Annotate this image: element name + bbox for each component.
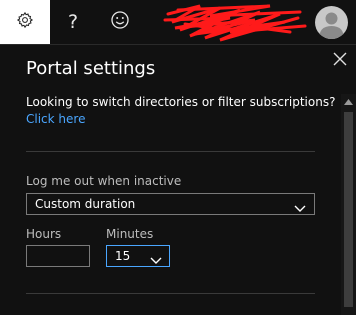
scroll-thumb[interactable]: [344, 112, 353, 307]
person-icon: [315, 12, 348, 39]
scroll-up-arrow[interactable]: [341, 94, 356, 109]
page-title: Portal settings: [26, 58, 156, 79]
gear-icon: [16, 11, 34, 33]
smiley-icon: [110, 10, 130, 34]
feedback-button[interactable]: [96, 0, 144, 44]
hours-input[interactable]: [26, 245, 90, 267]
scrollbar[interactable]: [341, 94, 356, 315]
close-icon: [333, 51, 347, 70]
divider: [26, 151, 315, 152]
question-icon: ?: [67, 10, 79, 33]
minutes-value: 15: [115, 249, 131, 263]
settings-button[interactable]: [0, 0, 50, 44]
chevron-down-icon: [294, 199, 306, 212]
avatar[interactable]: [315, 6, 348, 39]
click-here-link[interactable]: Click here: [26, 112, 85, 126]
top-bar: ?: [0, 0, 356, 44]
minutes-label: Minutes: [106, 227, 154, 241]
help-button[interactable]: ?: [50, 0, 96, 44]
directory-hint-text: Looking to switch directories or filter …: [26, 95, 336, 109]
signout-inactive-label: Log me out when inactive: [26, 174, 182, 188]
divider: [26, 293, 315, 294]
signout-duration-value: Custom duration: [35, 197, 136, 211]
close-button[interactable]: [331, 51, 349, 69]
minutes-dropdown[interactable]: 15: [106, 245, 170, 267]
account-name-redacted[interactable]: [160, 0, 310, 44]
signout-duration-dropdown[interactable]: Custom duration: [26, 193, 315, 215]
chevron-down-icon: [150, 251, 162, 264]
hours-label: Hours: [26, 227, 62, 241]
